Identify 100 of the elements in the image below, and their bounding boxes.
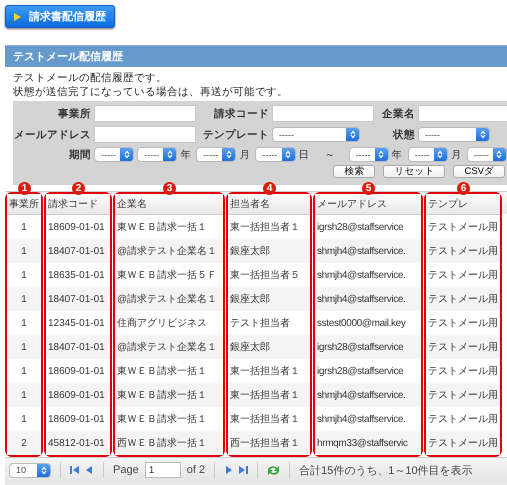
previous-page-icon[interactable] — [85, 465, 94, 475]
table-cell: 18407-01-01 — [46, 239, 110, 263]
table-cell: 18407-01-01 — [46, 335, 110, 359]
page-count-label: of 2 — [186, 464, 206, 476]
description-line: 状態が送信完了になっている場合は、再送が可能です。 — [13, 85, 289, 99]
field-label: 状態 — [392, 128, 415, 142]
table-cell-text: 東ＷＥＢ請求一括１ — [116, 412, 208, 427]
table-cell: @請求テスト企業名１ — [115, 335, 223, 359]
table-cell: shmjh4@staffservice. — [315, 287, 421, 311]
date-select[interactable]: ----- — [408, 147, 448, 162]
date-unit-label: 年 — [180, 148, 192, 162]
table-cell-text: 東一括担当者１ — [229, 220, 301, 235]
table-cell: shmjh4@staffservice. — [315, 239, 421, 263]
table-cell: shmjh4@staffservice. — [315, 383, 421, 407]
table-cell-text: igrsh28@staffservice — [316, 220, 404, 234]
table-cell: 1 — [7, 239, 41, 263]
up-down-arrows-icon — [124, 150, 130, 159]
table-cell: 銀座太郎 — [228, 335, 310, 359]
dropdown-select[interactable]: ----- — [272, 127, 360, 142]
up-down-arrows-icon — [226, 150, 232, 159]
table-cell: テストメール用 — [426, 383, 500, 407]
date-unit-label: 月 — [239, 148, 250, 162]
date-unit-label: 月 — [450, 148, 462, 162]
field-label: 期間 — [68, 148, 91, 162]
refresh-icon[interactable] — [267, 464, 280, 476]
column-header[interactable]: 担当者名 — [228, 194, 310, 215]
table-cell: 1 — [7, 335, 41, 359]
date-select[interactable]: ----- — [137, 147, 178, 162]
table-cell: テストメール用 — [426, 431, 500, 455]
up-down-arrows-icon — [437, 150, 444, 159]
text-field[interactable] — [272, 105, 374, 122]
page-label: Page — [113, 464, 139, 476]
table-cell-text: 18609-01-01 — [47, 364, 106, 378]
table-cell: @請求テスト企業名１ — [115, 287, 223, 311]
date-select[interactable]: ----- — [255, 147, 296, 162]
next-page-icon[interactable] — [224, 465, 234, 475]
table-cell: 2 — [7, 431, 41, 455]
table-cell-text: テスト担当者 — [229, 316, 291, 331]
table-cell: @請求テスト企業名１ — [115, 239, 223, 263]
table-cell: 1 — [7, 287, 41, 311]
dropdown-select[interactable]: ----- — [418, 127, 490, 142]
table-cell-text: 12345-01-01 — [47, 316, 106, 330]
column-header[interactable]: 事業所 — [7, 194, 41, 215]
table-cell-text: テストメール用 — [427, 221, 499, 235]
table-cell-text: 18609-01-01 — [47, 220, 106, 234]
table-cell: 18609-01-01 — [46, 383, 110, 407]
table-cell-text: 東一括担当者５ — [229, 268, 301, 283]
range-separator: ～ — [324, 148, 336, 162]
date-select[interactable]: ----- — [348, 147, 389, 162]
field-label: 請求コード — [213, 106, 269, 120]
up-down-arrows-icon — [166, 150, 173, 159]
table-cell-text: igrsh28@staffservice — [316, 364, 404, 378]
last-page-icon[interactable] — [239, 465, 248, 475]
table-cell: テストメール用 — [426, 239, 500, 263]
field-label: テンプレート — [202, 128, 269, 142]
table-cell-text: テストメール用 — [427, 317, 499, 331]
form-button[interactable]: 検索 — [333, 165, 376, 178]
description-line: テストメールの配信履歴です。 — [13, 71, 168, 85]
table-cell-text: テストメール用 — [427, 413, 499, 427]
table-cell: 東ＷＥＢ請求一括１ — [115, 383, 223, 407]
record-summary: 合計15件のうち、1～10件目を表示 — [299, 464, 473, 478]
form-button[interactable]: CSVダ — [453, 165, 505, 178]
up-down-arrows-icon — [378, 150, 384, 159]
column-header[interactable]: 企業名 — [115, 194, 223, 215]
field-label: 企業名 — [381, 106, 415, 120]
invoice-history-button[interactable]: 請求書配信履歴 — [5, 5, 115, 28]
table-cell-text: 1 — [20, 316, 28, 330]
table-cell-text: 1 — [20, 364, 28, 378]
table-cell: hrmqm33@staffservic — [315, 431, 421, 455]
date-unit-label: 年 — [392, 148, 403, 162]
page-size-select[interactable]: 10 — [9, 462, 51, 478]
date-select[interactable]: ----- — [94, 147, 134, 162]
column-header[interactable]: メールアドレス — [315, 194, 421, 215]
table-cell-text: 18609-01-01 — [47, 412, 106, 426]
table-cell-text: 1 — [20, 220, 28, 234]
table-cell: 1 — [7, 383, 41, 407]
table-cell-text: 東ＷＥＢ請求一括１ — [116, 364, 208, 379]
table-cell: 西ＷＥＢ請求一括１ — [115, 431, 223, 455]
date-unit-label: 日 — [298, 148, 310, 162]
table-cell: テストメール用 — [426, 287, 500, 311]
up-down-arrows-icon — [480, 130, 486, 139]
page-number-field[interactable]: 1 — [144, 462, 181, 478]
up-down-arrows-icon — [350, 130, 356, 139]
text-field[interactable] — [94, 126, 196, 143]
table-cell: 西一括担当者１ — [228, 431, 310, 455]
column-header[interactable]: テンプレ — [426, 194, 500, 215]
table-cell-text: shmjh4@staffservice. — [316, 268, 407, 282]
table-cell-text: 東ＷＥＢ請求一括１ — [116, 220, 208, 235]
form-button[interactable]: リセット — [383, 165, 446, 178]
table-cell-text: 東一括担当者１ — [229, 364, 301, 379]
date-select[interactable]: ----- — [196, 147, 236, 162]
table-cell: 銀座太郎 — [228, 287, 310, 311]
text-field[interactable] — [94, 105, 196, 122]
table-cell-text: テストメール用 — [427, 365, 499, 379]
first-page-icon[interactable] — [70, 465, 79, 475]
table-cell-text: shmjh4@staffservice. — [316, 412, 407, 426]
text-field[interactable] — [418, 105, 507, 122]
date-select[interactable]: ----- — [466, 147, 507, 162]
table-cell: 銀座太郎 — [228, 239, 310, 263]
column-header[interactable]: 請求コード — [46, 194, 110, 215]
